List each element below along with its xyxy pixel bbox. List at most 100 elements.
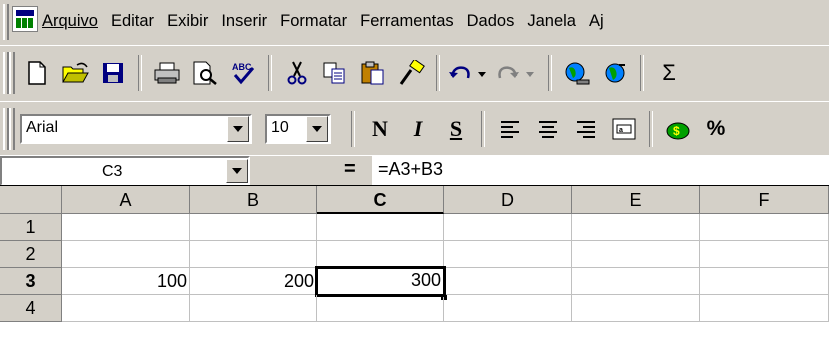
cell-d4[interactable]	[444, 295, 572, 322]
cut-icon[interactable]	[278, 54, 316, 92]
toolbar-separator	[548, 55, 552, 91]
cell-b1[interactable]	[190, 214, 317, 241]
copy-icon[interactable]	[316, 54, 354, 92]
format-painter-icon[interactable]	[392, 54, 430, 92]
column-header-label: A	[119, 190, 132, 210]
cell-e3[interactable]	[572, 268, 700, 295]
font-name-combo[interactable]: Arial	[20, 114, 252, 144]
cell-b4[interactable]	[190, 295, 317, 322]
menu-inserir[interactable]: Inserir	[221, 12, 267, 31]
toolbar-separator	[481, 111, 485, 147]
underline-button[interactable]: S	[437, 110, 475, 148]
cell-a3[interactable]: 100	[62, 268, 190, 295]
menu-ferramentas[interactable]: Ferramentas	[360, 12, 454, 31]
equals-sign[interactable]: =	[344, 158, 356, 181]
document-control-icon[interactable]	[12, 6, 38, 32]
font-size-value: 10	[271, 119, 289, 136]
toolbar-separator	[436, 55, 440, 91]
row-header-label: 4	[25, 298, 36, 318]
menu-editar[interactable]: Editar	[111, 12, 154, 31]
cell-d1[interactable]	[444, 214, 572, 241]
cell-a1[interactable]	[62, 214, 190, 241]
cell-e1[interactable]	[572, 214, 700, 241]
align-right-icon[interactable]	[567, 110, 605, 148]
row-header-3[interactable]: 3	[0, 268, 62, 295]
row-header-4[interactable]: 4	[0, 295, 62, 322]
cell-e2[interactable]	[572, 241, 700, 268]
cell-c3-active[interactable]: 300	[315, 266, 446, 297]
italic-button[interactable]: I	[399, 110, 437, 148]
new-icon[interactable]	[18, 54, 56, 92]
size-dropdown-button[interactable]	[306, 116, 328, 142]
underline-label: S	[449, 116, 463, 141]
svg-text:$: $	[673, 124, 680, 138]
menu-arquivo[interactable]: Arquivo	[42, 12, 98, 31]
cell-value: 100	[156, 271, 187, 291]
cell-a4[interactable]	[62, 295, 190, 322]
font-size-combo[interactable]: 10	[265, 114, 331, 144]
menu-formatar[interactable]: Formatar	[280, 12, 347, 31]
menu-ajuda[interactable]: Aj	[589, 12, 604, 31]
row-header-1[interactable]: 1	[0, 214, 62, 241]
cell-f3[interactable]	[700, 268, 829, 295]
formula-input[interactable]: =A3+B3	[372, 156, 829, 186]
row-header-label: 1	[25, 217, 36, 237]
column-header-a[interactable]: A	[62, 186, 190, 214]
column-header-d[interactable]: D	[444, 186, 572, 214]
row-header-2[interactable]: 2	[0, 241, 62, 268]
cell-c4[interactable]	[317, 297, 444, 322]
font-name-value: Arial	[26, 119, 59, 136]
name-box[interactable]: C3	[0, 156, 250, 186]
cell-f4[interactable]	[700, 295, 829, 322]
column-header-c[interactable]: C	[317, 186, 444, 214]
chevron-down-icon	[232, 168, 242, 174]
open-icon[interactable]	[56, 54, 94, 92]
align-left-icon[interactable]	[491, 110, 529, 148]
menu-exibir[interactable]: Exibir	[167, 12, 208, 31]
cell-e4[interactable]	[572, 295, 700, 322]
autosum-icon[interactable]: Σ	[650, 54, 688, 92]
redo-icon[interactable]	[494, 54, 542, 92]
cell-b2[interactable]	[190, 241, 317, 268]
hyperlink-icon[interactable]	[596, 54, 634, 92]
percent-icon[interactable]: %	[697, 110, 735, 148]
italic-label: I	[413, 116, 423, 141]
cell-b3[interactable]: 200	[190, 268, 317, 295]
spelling-icon[interactable]: ABC	[224, 54, 262, 92]
font-dropdown-button[interactable]	[227, 116, 249, 142]
toolbar-separator	[268, 55, 272, 91]
undo-icon[interactable]	[446, 54, 494, 92]
menu-bar-grip[interactable]	[3, 4, 9, 40]
formula-bar: C3 = =A3+B3	[0, 155, 829, 186]
menu-dados[interactable]: Dados	[467, 12, 515, 31]
web-icon[interactable]	[558, 54, 596, 92]
save-icon[interactable]	[94, 54, 132, 92]
print-icon[interactable]	[148, 54, 186, 92]
cell-d2[interactable]	[444, 241, 572, 268]
cell-a2[interactable]	[62, 241, 190, 268]
cell-d3[interactable]	[446, 268, 572, 295]
bold-button[interactable]: N	[361, 110, 399, 148]
toolbar-separator	[351, 111, 355, 147]
select-all-corner[interactable]	[0, 186, 62, 214]
row-header-label: 2	[25, 244, 36, 264]
column-header-f[interactable]: F	[700, 186, 829, 214]
currency-icon[interactable]: $	[659, 110, 697, 148]
column-header-e[interactable]: E	[572, 186, 700, 214]
cell-c1[interactable]	[317, 214, 444, 241]
column-header-b[interactable]: B	[190, 186, 317, 214]
standard-toolbar: ABC Σ	[0, 45, 829, 101]
column-header-label: D	[501, 190, 514, 210]
svg-text:a: a	[619, 127, 623, 134]
merge-center-icon[interactable]: a	[605, 110, 643, 148]
cell-f2[interactable]	[700, 241, 829, 268]
name-box-dropdown[interactable]	[226, 159, 248, 183]
cell-c2[interactable]	[317, 241, 444, 268]
column-header-label: B	[246, 190, 259, 210]
autosum-label: Σ	[662, 60, 676, 85]
paste-icon[interactable]	[354, 54, 392, 92]
cell-f1[interactable]	[700, 214, 829, 241]
align-center-icon[interactable]	[529, 110, 567, 148]
print-preview-icon[interactable]	[186, 54, 224, 92]
menu-janela[interactable]: Janela	[527, 12, 576, 31]
